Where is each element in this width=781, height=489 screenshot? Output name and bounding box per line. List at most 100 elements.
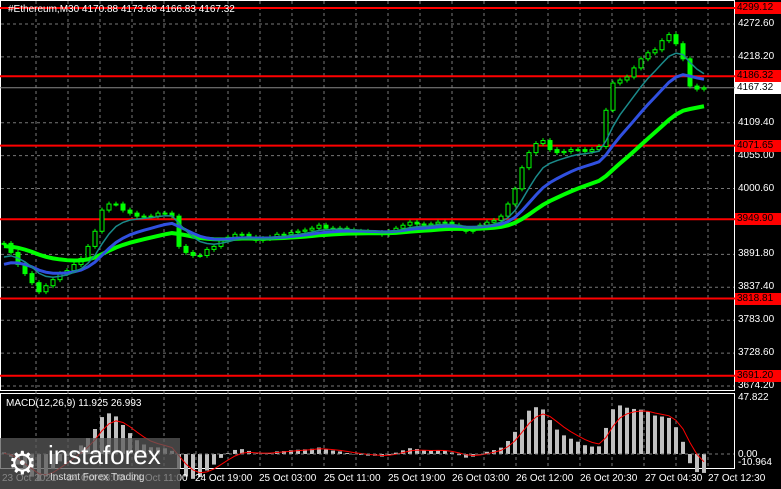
- level-label: 4071.65: [735, 139, 781, 152]
- x-tick-label: 27 Oct 12:30: [708, 473, 766, 484]
- macd-bar: [422, 450, 426, 454]
- candle: [197, 254, 203, 257]
- candle: [1, 242, 7, 245]
- candle: [631, 67, 637, 78]
- candle: [50, 279, 56, 287]
- candle: [491, 219, 497, 223]
- main-frame: [0, 0, 735, 391]
- x-tick-label: 24 Oct 19:00: [195, 473, 253, 484]
- macd-bar: [527, 410, 531, 454]
- candle: [561, 150, 567, 154]
- candle: [652, 49, 658, 54]
- candle: [512, 188, 518, 205]
- candle: [617, 79, 623, 84]
- candle: [505, 203, 511, 217]
- candle: [36, 282, 42, 293]
- macd-bar: [324, 449, 328, 454]
- macd-bar: [681, 441, 685, 454]
- candle: [659, 40, 665, 51]
- candle: [113, 203, 119, 206]
- candle: [323, 224, 329, 229]
- macd-bar: [513, 431, 517, 454]
- candle: [155, 212, 161, 217]
- ma-slow-line: [3, 104, 705, 263]
- candle: [554, 149, 560, 154]
- current-price-label: 4167.32: [735, 81, 781, 94]
- macd-bar: [583, 445, 587, 454]
- candle: [540, 140, 546, 145]
- x-tick-label: 25 Oct 19:00: [388, 473, 446, 484]
- candle: [190, 251, 196, 256]
- macd-label: MACD(12,26,9) 11.925 26.993: [6, 398, 142, 409]
- macd-bar: [674, 427, 678, 454]
- macd-bar: [618, 405, 622, 454]
- candle: [701, 87, 707, 90]
- macd-bar: [695, 454, 699, 473]
- price-chart[interactable]: [0, 0, 781, 489]
- candle: [498, 215, 504, 221]
- macd-bar: [597, 446, 601, 454]
- macd-bar: [667, 417, 671, 454]
- macd-bar: [639, 409, 643, 454]
- macd-bar: [233, 449, 237, 454]
- logo-icon: ⚙: [8, 445, 37, 481]
- candle: [400, 224, 406, 229]
- ma-mid-line: [3, 73, 705, 275]
- candle: [106, 203, 112, 211]
- level-label: 4299.12: [735, 1, 781, 14]
- candle: [176, 215, 182, 247]
- x-tick-label: 27 Oct 04:30: [645, 473, 703, 484]
- level-label: 3691.20: [735, 369, 781, 382]
- candle: [526, 152, 532, 169]
- chart-window[interactable]: #Ethereum,M30 4170.88 4173.68 4166.83 41…: [0, 0, 781, 489]
- candle: [547, 140, 553, 151]
- candle: [92, 230, 98, 247]
- macd-bar: [555, 429, 559, 454]
- candle: [666, 34, 672, 42]
- macd-bar: [660, 416, 664, 454]
- ma-fast-line: [3, 52, 705, 278]
- candle: [582, 149, 588, 152]
- candle: [316, 224, 322, 229]
- y-tick-label: 4000.60: [738, 182, 775, 194]
- macd-bar: [646, 411, 650, 454]
- macd-bar: [604, 427, 608, 454]
- x-tick-label: 25 Oct 11:00: [324, 473, 381, 484]
- y-tick-label: 4272.60: [738, 18, 775, 29]
- candle: [533, 143, 539, 154]
- macd-bar: [541, 409, 545, 454]
- y-tick-label: 3837.40: [738, 281, 775, 293]
- x-tick-label: 26 Oct 03:00: [452, 473, 510, 484]
- level-label: 3818.81: [735, 292, 781, 305]
- macd-bar: [611, 409, 615, 454]
- candle: [610, 82, 616, 111]
- candle: [673, 34, 679, 45]
- candle: [295, 230, 301, 233]
- macd-bar: [653, 415, 657, 454]
- candle: [302, 229, 308, 232]
- macd-bar: [702, 454, 706, 473]
- candle: [568, 149, 574, 152]
- candle: [309, 227, 315, 231]
- macd-bar: [331, 450, 335, 454]
- macd-bar: [534, 407, 538, 454]
- candle: [624, 76, 630, 81]
- macd-bar: [576, 441, 580, 454]
- candle: [134, 212, 140, 217]
- candle: [120, 203, 126, 211]
- y-tick-label: 4218.20: [738, 50, 775, 62]
- macd-bar: [205, 454, 209, 471]
- chart-title: #Ethereum,M30 4170.88 4173.68 4166.83 41…: [8, 4, 235, 15]
- candle: [575, 149, 581, 152]
- y-tick-label: 3783.00: [738, 314, 775, 326]
- level-label: 3949.90: [735, 213, 781, 226]
- instaforex-logo: ⚙ instaforex Instant Forex Trading: [0, 438, 180, 489]
- y-tick-label: 3728.60: [738, 347, 775, 359]
- candle: [239, 233, 245, 236]
- x-tick-label: 26 Oct 20:30: [580, 473, 638, 484]
- candle: [694, 85, 700, 90]
- macd-bar: [632, 408, 636, 454]
- candle: [645, 52, 651, 60]
- candle: [638, 58, 644, 69]
- candle: [29, 273, 35, 284]
